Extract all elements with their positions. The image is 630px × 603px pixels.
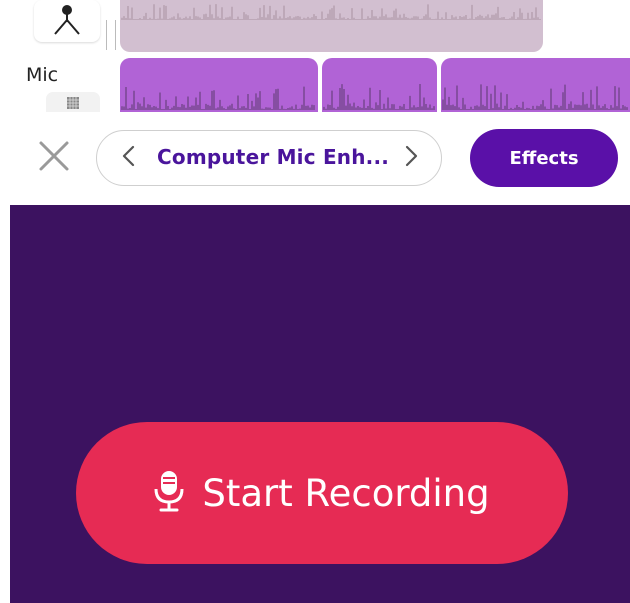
start-recording-label: Start Recording xyxy=(202,471,490,515)
mic-clip-1[interactable] xyxy=(120,58,318,112)
mic-clip-3[interactable] xyxy=(441,58,630,112)
preset-selector[interactable]: Computer Mic Enh... xyxy=(96,130,442,186)
chevron-left-icon xyxy=(121,145,135,171)
mic-waveform xyxy=(442,84,628,110)
mic-track-button[interactable] xyxy=(46,92,100,112)
mic-track-label: Mic xyxy=(26,64,59,86)
next-preset-button[interactable] xyxy=(399,145,425,171)
track-area: Mic xyxy=(0,0,630,112)
track-empty-space xyxy=(543,0,630,52)
chevron-right-icon xyxy=(405,145,419,171)
tripod-icon xyxy=(50,2,84,40)
preset-name: Computer Mic Enh... xyxy=(157,145,390,169)
close-icon xyxy=(38,140,70,176)
mic-clip-2[interactable] xyxy=(322,58,437,112)
effects-button[interactable]: Effects xyxy=(470,129,618,187)
close-button[interactable] xyxy=(36,140,72,176)
camera-track-button[interactable] xyxy=(34,0,100,42)
microphone-icon xyxy=(154,470,184,516)
mic-waveform xyxy=(323,84,435,110)
grid-icon xyxy=(67,94,79,113)
mic-waveform xyxy=(121,86,315,110)
camera-track-clip[interactable] xyxy=(120,0,543,52)
track-resize-handle[interactable] xyxy=(106,20,116,50)
track-headers: Mic xyxy=(8,0,112,112)
previous-preset-button[interactable] xyxy=(115,145,141,171)
start-recording-button[interactable]: Start Recording xyxy=(76,422,568,564)
camera-waveform xyxy=(121,4,541,20)
